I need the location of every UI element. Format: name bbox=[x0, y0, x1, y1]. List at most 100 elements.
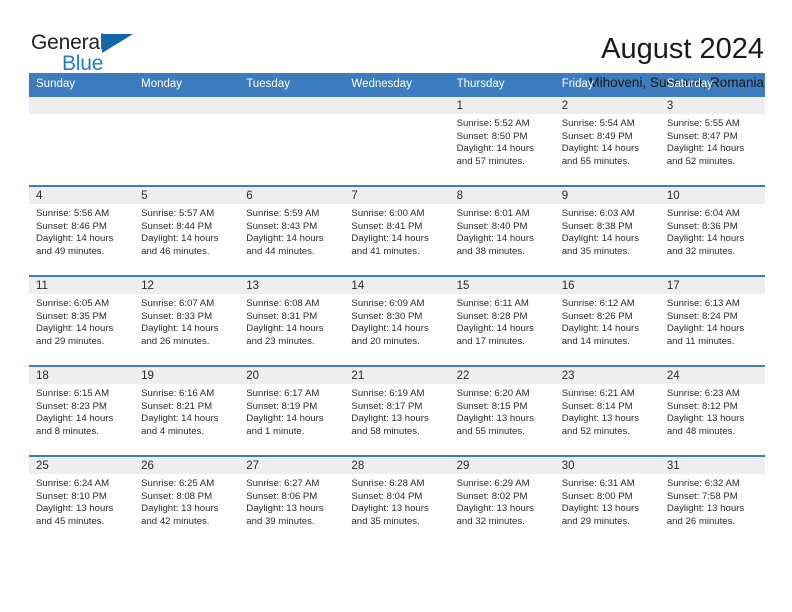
daylight-text-line1: Daylight: 14 hours bbox=[246, 233, 324, 245]
sunrise-text: Sunrise: 6:28 AM bbox=[351, 478, 425, 489]
daylight-text-line1: Daylight: 14 hours bbox=[561, 323, 640, 335]
calendar-wrapper: Sunday Monday Tuesday Wednesday Thursday… bbox=[0, 73, 792, 546]
day-number: 29 bbox=[449, 457, 555, 474]
weekday-header-wednesday: Wednesday bbox=[344, 73, 450, 96]
day-number bbox=[344, 97, 450, 114]
day-cell[interactable]: 5 Sunrise: 5:57 AM Sunset: 8:44 PM Daylight… bbox=[134, 185, 240, 276]
daylight-text-line1: Daylight: 13 hours bbox=[351, 413, 429, 425]
sunrise-text: Sunrise: 6:27 AM bbox=[246, 478, 320, 489]
day-number: 18 bbox=[29, 367, 135, 384]
day-number: 8 bbox=[449, 187, 555, 204]
day-cell[interactable]: 24 Sunrise: 6:23 AM Sunset: 8:12 PM Dayligh… bbox=[659, 365, 765, 456]
sunrise-text: Sunrise: 5:52 AM bbox=[456, 118, 530, 129]
day-cell[interactable]: 9 Sunrise: 6:03 AM Sunset: 8:38 PM Daylight… bbox=[554, 185, 660, 276]
sunset-text: Sunset: 8:14 PM bbox=[561, 400, 633, 412]
day-cell[interactable]: 18 Sunrise: 6:15 AM Sunset: 8:23 PM Dayligh… bbox=[29, 365, 135, 456]
day-cell[interactable]: 19 Sunrise: 6:16 AM Sunset: 8:21 PM Dayligh… bbox=[134, 365, 240, 456]
daylight-text-line1: Daylight: 14 hours bbox=[666, 143, 745, 155]
calendar-week-row: 11 Sunrise: 6:05 AM Sunset: 8:35 PM Dayligh… bbox=[29, 275, 765, 366]
day-cell[interactable]: 25 Sunrise: 6:24 AM Sunset: 8:10 PM Dayligh… bbox=[29, 455, 135, 546]
day-details: Sunrise: 6:00 AM Sunset: 8:41 PM Daylight:… bbox=[344, 204, 449, 258]
day-details: Sunrise: 6:15 AM Sunset: 8:23 PM Daylight:… bbox=[29, 384, 134, 438]
daylight-text-line2: and 23 minutes. bbox=[246, 335, 315, 347]
day-cell[interactable]: 16 Sunrise: 6:12 AM Sunset: 8:26 PM Dayligh… bbox=[554, 275, 660, 366]
daylight-text-line1: Daylight: 14 hours bbox=[456, 233, 534, 245]
day-cell[interactable]: 2 Sunrise: 5:54 AM Sunset: 8:49 PM Daylight… bbox=[554, 95, 660, 186]
day-cell[interactable]: 29 Sunrise: 6:29 AM Sunset: 8:02 PM Dayligh… bbox=[449, 455, 555, 546]
daylight-text-line2: and 39 minutes. bbox=[246, 515, 315, 527]
day-number: 2 bbox=[554, 97, 660, 114]
daylight-text-line1: Daylight: 14 hours bbox=[246, 413, 324, 425]
day-details: Sunrise: 5:57 AM Sunset: 8:44 PM Daylight:… bbox=[134, 204, 239, 258]
day-details: Sunrise: 5:54 AM Sunset: 8:49 PM Daylight:… bbox=[555, 114, 660, 168]
day-number: 1 bbox=[449, 97, 555, 114]
daylight-text-line2: and 4 minutes. bbox=[141, 425, 205, 437]
day-cell[interactable]: 14 Sunrise: 6:09 AM Sunset: 8:30 PM Dayligh… bbox=[344, 275, 450, 366]
day-details: Sunrise: 6:20 AM Sunset: 8:15 PM Daylight:… bbox=[450, 384, 555, 438]
sunrise-text: Sunrise: 5:54 AM bbox=[561, 118, 635, 129]
day-details: Sunrise: 6:09 AM Sunset: 8:30 PM Daylight:… bbox=[344, 294, 449, 348]
day-details: Sunrise: 6:01 AM Sunset: 8:40 PM Daylight:… bbox=[450, 204, 555, 258]
day-cell[interactable]: 12 Sunrise: 6:07 AM Sunset: 8:33 PM Dayligh… bbox=[134, 275, 240, 366]
day-cell[interactable]: 3 Sunrise: 5:55 AM Sunset: 8:47 PM Daylight… bbox=[659, 95, 765, 186]
sunrise-text: Sunrise: 6:19 AM bbox=[351, 388, 425, 399]
sunrise-text: Sunrise: 6:09 AM bbox=[351, 298, 425, 309]
daylight-text-line1: Daylight: 13 hours bbox=[456, 413, 534, 425]
sunrise-text: Sunrise: 6:32 AM bbox=[666, 478, 740, 489]
day-cell[interactable]: 23 Sunrise: 6:21 AM Sunset: 8:14 PM Dayligh… bbox=[554, 365, 660, 456]
day-cell-empty bbox=[134, 95, 240, 186]
day-cell[interactable]: 8 Sunrise: 6:01 AM Sunset: 8:40 PM Daylight… bbox=[449, 185, 555, 276]
sunrise-text: Sunrise: 6:03 AM bbox=[561, 208, 635, 219]
sunrise-text: Sunrise: 6:21 AM bbox=[561, 388, 635, 399]
sunset-text: Sunset: 8:00 PM bbox=[561, 490, 633, 502]
sunset-text: Sunset: 8:12 PM bbox=[666, 400, 738, 412]
sunrise-text: Sunrise: 6:24 AM bbox=[36, 478, 110, 489]
day-cell[interactable]: 20 Sunrise: 6:17 AM Sunset: 8:19 PM Dayligh… bbox=[239, 365, 345, 456]
day-cell[interactable]: 15 Sunrise: 6:11 AM Sunset: 8:28 PM Dayligh… bbox=[449, 275, 555, 366]
day-cell[interactable]: 17 Sunrise: 6:13 AM Sunset: 8:24 PM Dayligh… bbox=[659, 275, 765, 366]
day-number: 27 bbox=[239, 457, 345, 474]
sunset-text: Sunset: 8:10 PM bbox=[36, 490, 107, 502]
day-number: 11 bbox=[29, 277, 135, 294]
sunset-text: Sunset: 8:28 PM bbox=[456, 310, 528, 322]
day-cell[interactable]: 11 Sunrise: 6:05 AM Sunset: 8:35 PM Dayligh… bbox=[29, 275, 135, 366]
day-number bbox=[29, 97, 135, 114]
day-details: Sunrise: 6:04 AM Sunset: 8:36 PM Daylight:… bbox=[660, 204, 765, 258]
day-details: Sunrise: 6:27 AM Sunset: 8:06 PM Daylight:… bbox=[239, 474, 344, 528]
day-cell[interactable]: 31 Sunrise: 6:32 AM Sunset: 7:58 PM Dayligh… bbox=[659, 455, 765, 546]
daylight-text-line2: and 46 minutes. bbox=[141, 245, 210, 257]
daylight-text-line2: and 41 minutes. bbox=[351, 245, 420, 257]
daylight-text-line2: and 8 minutes. bbox=[36, 425, 99, 437]
day-cell[interactable]: 6 Sunrise: 5:59 AM Sunset: 8:43 PM Daylight… bbox=[239, 185, 345, 276]
day-cell[interactable]: 13 Sunrise: 6:08 AM Sunset: 8:31 PM Dayligh… bbox=[239, 275, 345, 366]
daylight-text-line2: and 11 minutes. bbox=[666, 335, 735, 347]
day-cell[interactable]: 4 Sunrise: 5:56 AM Sunset: 8:46 PM Daylight… bbox=[29, 185, 135, 276]
sunrise-text: Sunrise: 6:11 AM bbox=[456, 298, 529, 309]
daylight-text-line1: Daylight: 13 hours bbox=[246, 503, 324, 515]
daylight-text-line2: and 38 minutes. bbox=[456, 245, 525, 257]
daylight-text-line2: and 32 minutes. bbox=[666, 245, 736, 257]
day-cell[interactable]: 22 Sunrise: 6:20 AM Sunset: 8:15 PM Dayligh… bbox=[449, 365, 555, 456]
sunset-text: Sunset: 8:33 PM bbox=[141, 310, 213, 322]
day-cell[interactable]: 26 Sunrise: 6:25 AM Sunset: 8:08 PM Dayligh… bbox=[134, 455, 240, 546]
sunset-text: Sunset: 8:41 PM bbox=[351, 220, 423, 232]
sunrise-text: Sunrise: 5:55 AM bbox=[666, 118, 740, 129]
day-cell[interactable]: 27 Sunrise: 6:27 AM Sunset: 8:06 PM Dayligh… bbox=[239, 455, 345, 546]
day-details: Sunrise: 6:16 AM Sunset: 8:21 PM Daylight:… bbox=[134, 384, 239, 438]
sunrise-text: Sunrise: 6:07 AM bbox=[141, 298, 215, 309]
daylight-text-line1: Daylight: 14 hours bbox=[351, 233, 429, 245]
day-number: 5 bbox=[134, 187, 240, 204]
day-number: 21 bbox=[344, 367, 450, 384]
day-cell[interactable]: 28 Sunrise: 6:28 AM Sunset: 8:04 PM Dayligh… bbox=[344, 455, 450, 546]
page-title: August 2024 bbox=[601, 33, 764, 65]
day-number: 7 bbox=[344, 187, 450, 204]
day-cell[interactable]: 30 Sunrise: 6:31 AM Sunset: 8:00 PM Dayligh… bbox=[554, 455, 660, 546]
day-cell[interactable]: 1 Sunrise: 5:52 AM Sunset: 8:50 PM Daylight… bbox=[449, 95, 555, 186]
day-cell-empty bbox=[344, 95, 450, 186]
general-blue-logo[interactable]: General Blue bbox=[31, 31, 151, 77]
day-cell[interactable]: 10 Sunrise: 6:04 AM Sunset: 8:36 PM Dayligh… bbox=[659, 185, 765, 276]
day-details: Sunrise: 6:05 AM Sunset: 8:35 PM Daylight:… bbox=[29, 294, 134, 348]
daylight-text-line2: and 29 minutes. bbox=[561, 515, 630, 527]
day-cell[interactable]: 7 Sunrise: 6:00 AM Sunset: 8:41 PM Daylight… bbox=[344, 185, 450, 276]
day-cell[interactable]: 21 Sunrise: 6:19 AM Sunset: 8:17 PM Dayligh… bbox=[344, 365, 450, 456]
